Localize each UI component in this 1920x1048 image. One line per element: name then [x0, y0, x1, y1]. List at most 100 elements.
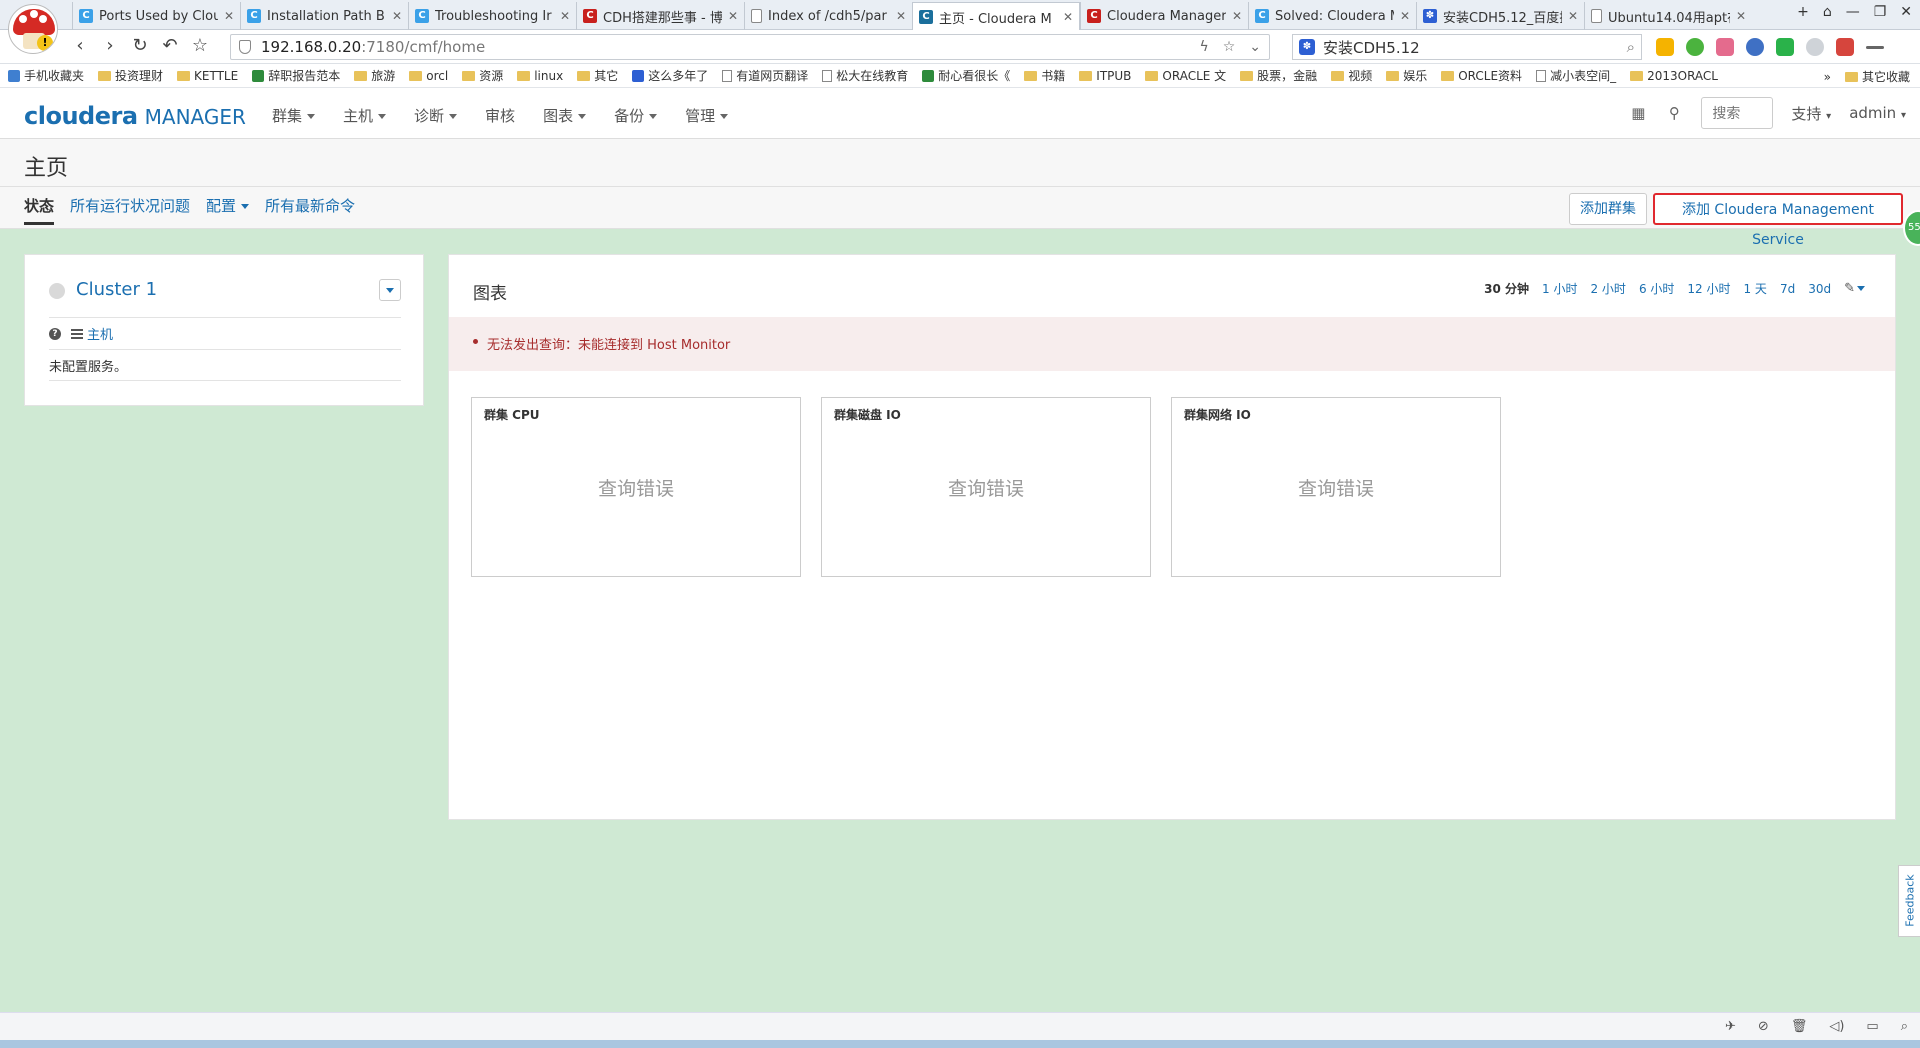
nav-item[interactable]: 审核 [485, 105, 515, 126]
lightning-icon[interactable]: ϟ [1199, 39, 1208, 55]
time-range-option[interactable]: 12 小时 [1687, 280, 1730, 297]
browser-tab[interactable]: Ubuntu14.04用apt在 ✕ [1584, 2, 1752, 30]
feedback-tab[interactable]: Feedback [1898, 865, 1920, 937]
nav-item[interactable]: 群集 [272, 105, 316, 126]
nav-item[interactable]: 备份 [614, 105, 658, 126]
browser-tab[interactable]: Index of /cdh5/par ✕ [744, 2, 912, 30]
cloudera-manager-logo[interactable]: cloudera MANAGER [24, 102, 246, 130]
browser-tab[interactable]: C 主页 - Cloudera M ✕ [912, 2, 1080, 31]
bookmarks-overflow-icon[interactable]: » [1824, 70, 1831, 84]
reload-icon[interactable]: ↻ [130, 36, 150, 56]
close-tab-icon[interactable]: ✕ [392, 9, 402, 23]
bookmark-item[interactable]: 股票，金融 [1240, 67, 1317, 84]
volume-icon[interactable]: ◁) [1829, 1019, 1844, 1034]
time-range-option[interactable]: 1 天 [1743, 280, 1766, 297]
nav-item[interactable]: 管理 [685, 105, 729, 126]
chart-box[interactable]: 群集网络 IO 查询错误 [1171, 397, 1501, 577]
close-tab-icon[interactable]: ✕ [1400, 9, 1410, 23]
trash-icon[interactable]: 🗑 [1791, 1019, 1808, 1034]
no-image-icon[interactable]: ⊘ [1758, 1019, 1769, 1034]
time-range-option[interactable]: 1 小时 [1542, 280, 1577, 297]
parcel-gift-icon[interactable]: ▦ [1629, 104, 1647, 122]
add-cms-button[interactable]: 添加 Cloudera Management Service [1653, 193, 1903, 248]
add-cluster-button[interactable]: 添加群集 [1569, 193, 1647, 225]
close-tab-icon[interactable]: ✕ [728, 9, 738, 23]
favorite-star-icon[interactable]: ☆ [190, 36, 210, 56]
running-commands-icon[interactable]: ⚲ [1665, 104, 1683, 122]
chart-box[interactable]: 群集 CPU 查询错误 [471, 397, 801, 577]
nav-item[interactable]: 图表 [543, 105, 587, 126]
browser-tab[interactable]: C CDH搭建那些事 - 博 ✕ [576, 2, 744, 30]
close-tab-icon[interactable]: ✕ [1568, 9, 1578, 23]
support-menu[interactable]: 支持 ▾ [1791, 103, 1831, 124]
bookmark-item[interactable]: 辞职报告范本 [252, 67, 340, 84]
bookmark-item[interactable]: 书籍 [1024, 67, 1065, 84]
side-status-badge[interactable]: 55 [1903, 210, 1920, 246]
pin-status-icon[interactable]: ✈ [1725, 1019, 1736, 1034]
browser-tab[interactable]: C Ports Used by Clou ✕ [72, 2, 240, 30]
wechat-icon[interactable] [1776, 38, 1794, 56]
back-icon[interactable]: ‹ [70, 36, 90, 56]
browser-tab[interactable]: C Troubleshooting Ir ✕ [408, 2, 576, 30]
time-range-option[interactable]: 30 分钟 [1484, 280, 1529, 297]
bookmark-item[interactable]: 视频 [1331, 67, 1372, 84]
browser-tab[interactable]: C Solved: Cloudera M ✕ [1248, 2, 1416, 30]
close-tab-icon[interactable]: ✕ [560, 9, 570, 23]
close-tab-icon[interactable]: ✕ [1063, 10, 1073, 24]
window-icon[interactable]: ▭ [1866, 1019, 1878, 1034]
cluster-actions-dropdown[interactable] [379, 279, 401, 301]
browser-tab[interactable]: C Cloudera Manager ✕ [1080, 2, 1248, 30]
close-tab-icon[interactable]: ✕ [896, 9, 906, 23]
restore-icon[interactable]: ❐ [1874, 4, 1887, 20]
page-tab[interactable]: 配置 [206, 195, 250, 225]
bookmark-item[interactable]: 投资理财 [98, 67, 163, 84]
ticket-extension-icon[interactable] [1716, 38, 1734, 56]
download-icon[interactable] [1836, 38, 1854, 56]
bookmark-item[interactable]: 减小表空间_ [1536, 67, 1616, 84]
url-input[interactable]: 192.168.0.20:7180/cmf/home ϟ ☆ ⌄ [230, 34, 1270, 60]
menu-icon[interactable] [1866, 46, 1884, 49]
apps-grid-icon[interactable] [1656, 38, 1674, 56]
browser-search-input[interactable]: ✽ 安装CDH5.12 ⌕ [1292, 34, 1642, 60]
time-range-option[interactable]: 7d [1780, 282, 1795, 296]
other-bookmarks[interactable]: 其它收藏 [1844, 68, 1910, 85]
bookmark-item[interactable]: 其它 [577, 67, 618, 84]
cloud-icon[interactable] [1806, 38, 1824, 56]
bookmark-item[interactable]: 资源 [462, 67, 503, 84]
time-range-option[interactable]: 2 小时 [1590, 280, 1625, 297]
bookmark-item[interactable]: 这么多年了 [632, 67, 708, 84]
close-tab-icon[interactable]: ✕ [1232, 9, 1242, 23]
cluster-name-link[interactable]: Cluster 1 [76, 279, 157, 300]
browser-avatar-icon[interactable]: ! [8, 4, 58, 54]
bookmark-item[interactable]: linux [517, 69, 563, 83]
url-dropdown-icon[interactable]: ⌄ [1249, 39, 1261, 55]
new-tab-icon[interactable]: + [1797, 4, 1809, 20]
close-tab-icon[interactable]: ✕ [224, 9, 234, 23]
chart-box[interactable]: 群集磁盘 IO 查询错误 [821, 397, 1151, 577]
time-range-option[interactable]: 6 小时 [1639, 280, 1674, 297]
bookmark-item[interactable]: 2013ORACL [1630, 69, 1718, 83]
bookmark-item[interactable]: 娱乐 [1386, 67, 1427, 84]
minimize-icon[interactable]: — [1846, 4, 1860, 20]
search-icon[interactable]: ⌕ [1627, 38, 1635, 56]
bookmark-item[interactable]: 有道网页翻译 [722, 67, 808, 84]
edit-pencil-icon[interactable]: ✎ [1844, 281, 1865, 296]
bookmark-item[interactable]: KETTLE [177, 69, 238, 83]
leaf-extension-icon[interactable] [1686, 38, 1704, 56]
pin-icon[interactable]: ⌂ [1823, 4, 1832, 20]
close-window-icon[interactable]: ✕ [1900, 4, 1912, 20]
bookmark-item[interactable]: 旅游 [354, 67, 395, 84]
user-menu[interactable]: admin ▾ [1849, 104, 1906, 122]
nav-item[interactable]: 诊断 [414, 105, 458, 126]
bookmark-item[interactable]: ORACLE 文 [1145, 67, 1226, 84]
page-tab[interactable]: 所有最新命令 [265, 195, 355, 225]
bookmark-item[interactable]: 松大在线教育 [822, 67, 908, 84]
bookmark-star-icon[interactable]: ☆ [1223, 39, 1236, 55]
bookmark-item[interactable]: ITPUB [1079, 69, 1131, 83]
zoom-icon[interactable]: ⌕ [1901, 1019, 1908, 1034]
close-tab-icon[interactable]: ✕ [1736, 9, 1746, 23]
page-tab[interactable]: 状态 [24, 195, 55, 225]
time-range-option[interactable]: 30d [1808, 282, 1831, 296]
header-search-input[interactable] [1701, 97, 1774, 129]
bookmark-item[interactable]: 手机收藏夹 [8, 67, 84, 84]
